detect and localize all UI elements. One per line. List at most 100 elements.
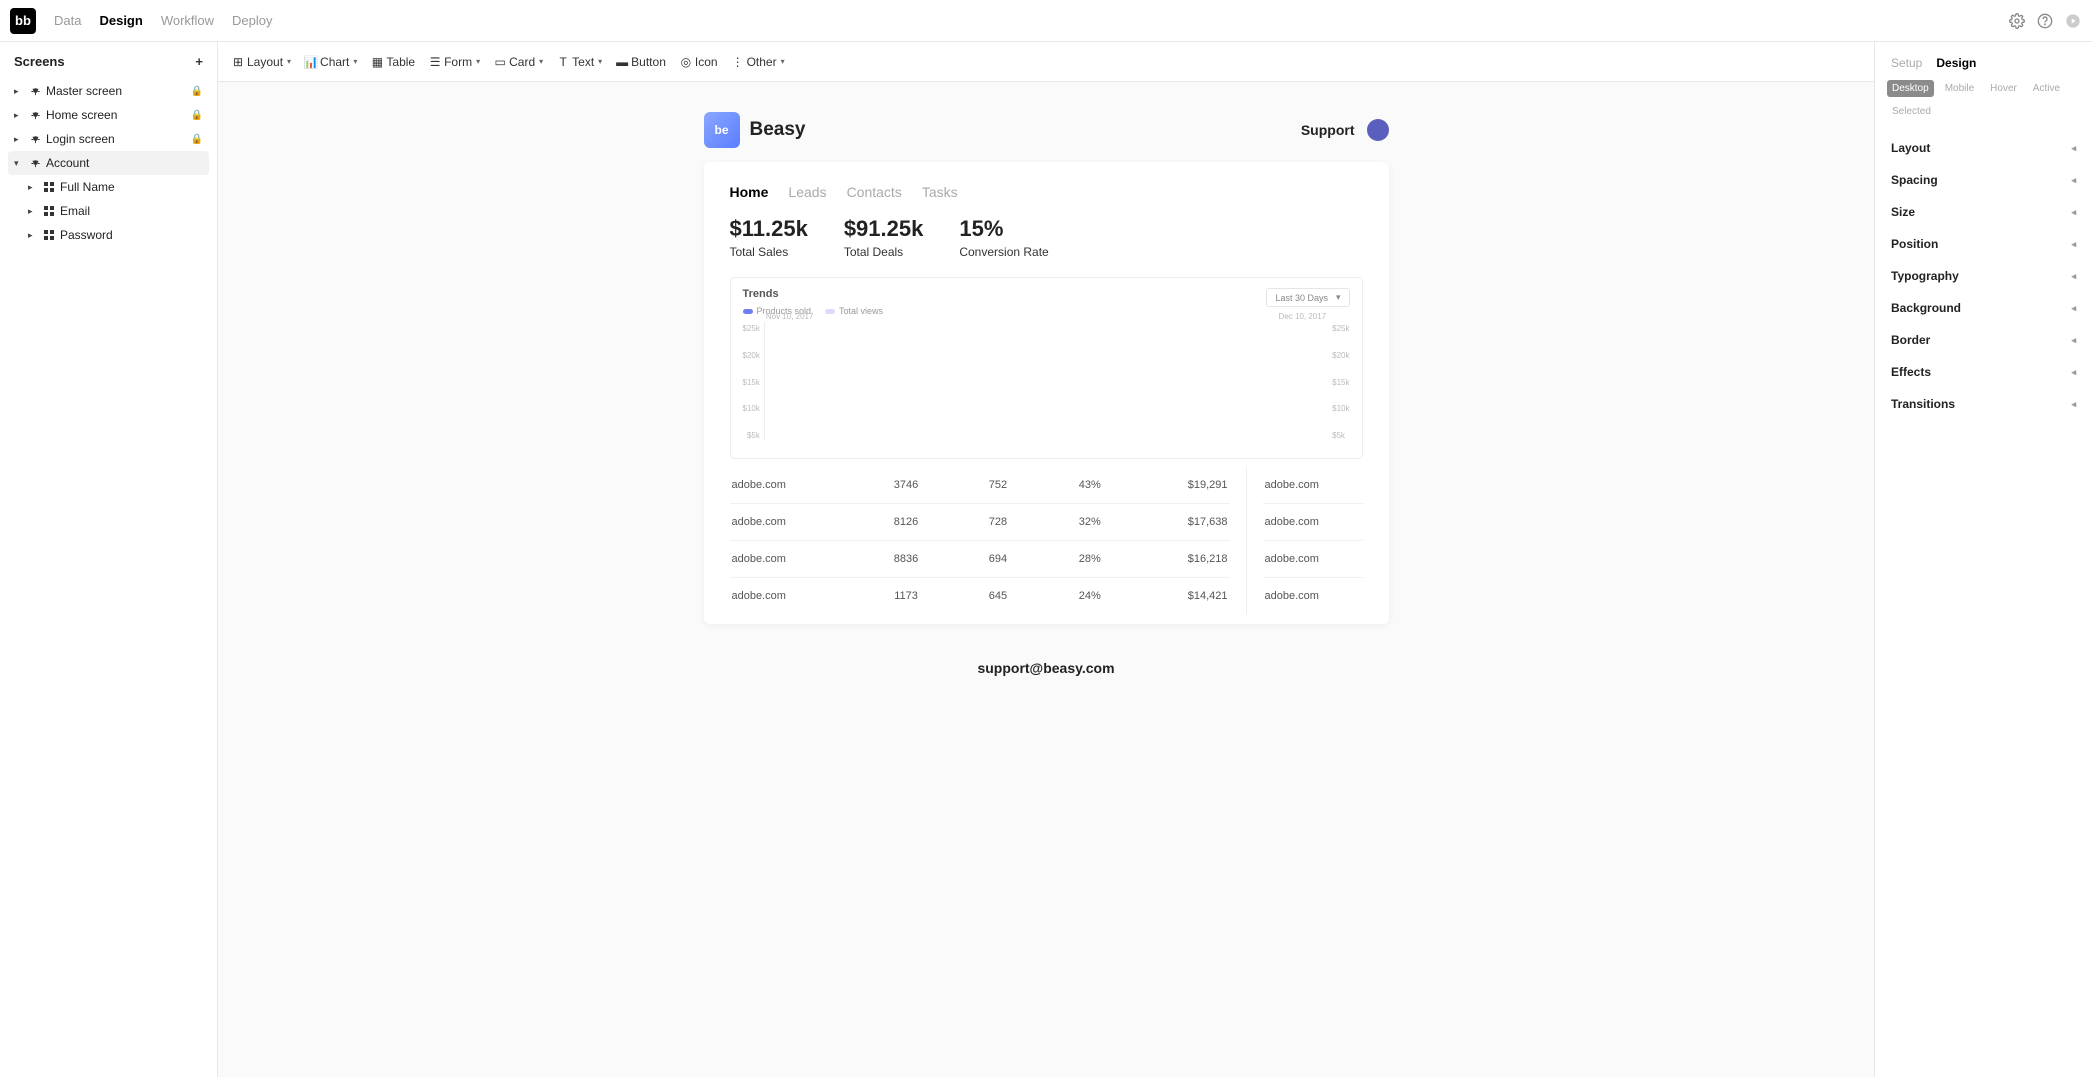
prop-group-background[interactable]: Background◂ (1887, 292, 2080, 324)
screens-header: Screens (14, 54, 65, 69)
topnav-workflow[interactable]: Workflow (161, 13, 214, 28)
prop-group-position[interactable]: Position◂ (1887, 228, 2080, 260)
table-row[interactable]: adobe.com (1263, 541, 1363, 578)
screen-logo: be (704, 112, 740, 148)
kpi-value: 15% (959, 216, 1048, 242)
screen-child-item[interactable]: ▸Full Name (22, 175, 209, 199)
card-tab-leads[interactable]: Leads (788, 184, 826, 200)
y-tick: $5k (1332, 431, 1349, 440)
right-panel: Setup Design Desktop Mobile Hover Active Sele… (1874, 42, 2092, 1077)
tool-icon[interactable]: ◎Icon (680, 55, 718, 69)
right-tab-design[interactable]: Design (1936, 56, 1976, 70)
card: Home Leads Contacts Tasks $11.25kTotal Sale… (704, 162, 1389, 624)
prop-group-size[interactable]: Size◂ (1887, 196, 2080, 228)
y-tick: $10k (1332, 404, 1349, 413)
icon-icon: ◎ (680, 56, 692, 68)
table-row[interactable]: adobe.com812672832%$17,638 (730, 504, 1230, 541)
prop-group-effects[interactable]: Effects◂ (1887, 356, 2080, 388)
topnav-design[interactable]: Design (99, 13, 142, 28)
add-screen-icon[interactable]: + (195, 54, 203, 69)
left-panel: Screens + ▸Master screen🔒▸Home screen🔒▸L… (0, 42, 218, 1077)
component-toolbar: ⊞Layout▾ 📊Chart▾ ▦Table ☰Form▾ ▭Card▾ TText▾ ▬… (218, 42, 1874, 82)
card-tab-tasks[interactable]: Tasks (922, 184, 958, 200)
screen-child-item[interactable]: ▸Email (22, 199, 209, 223)
topnav-deploy[interactable]: Deploy (232, 13, 272, 28)
lock-icon: 🔒 (191, 134, 203, 145)
chevron-down-icon: ▾ (476, 57, 480, 66)
gear-icon[interactable] (2008, 12, 2026, 30)
chevron-left-icon: ◂ (2071, 271, 2076, 282)
prop-group-border[interactable]: Border◂ (1887, 324, 2080, 356)
kpi-label: Conversion Rate (959, 245, 1048, 259)
prop-group-spacing[interactable]: Spacing◂ (1887, 164, 2080, 196)
prop-group-typography[interactable]: Typography◂ (1887, 260, 2080, 292)
kpi: $11.25kTotal Sales (730, 216, 808, 259)
tool-chart[interactable]: 📊Chart▾ (305, 55, 357, 69)
card-icon: ▭ (494, 56, 506, 68)
y-tick: $25k (1332, 324, 1349, 333)
table-row[interactable]: adobe.com374675243%$19,291 (730, 467, 1230, 504)
state-mobile[interactable]: Mobile (1940, 80, 1979, 97)
table-row[interactable]: adobe.com (1263, 467, 1363, 504)
chevron-down-icon: ▾ (1336, 292, 1341, 303)
prop-group-layout[interactable]: Layout◂ (1887, 132, 2080, 164)
tool-layout[interactable]: ⊞Layout▾ (232, 55, 291, 69)
chart-range-dropdown[interactable]: Last 30 Days ▾ (1266, 288, 1349, 307)
table-row[interactable]: adobe.com (1263, 578, 1363, 614)
layout-icon: ⊞ (232, 56, 244, 68)
kpi: $91.25kTotal Deals (844, 216, 924, 259)
screen-item[interactable]: ▸Home screen🔒 (8, 103, 209, 127)
chevron-left-icon: ◂ (2071, 399, 2076, 410)
table-icon: ▦ (371, 56, 383, 68)
data-table: adobe.com374675243%$19,291adobe.com81267… (730, 467, 1230, 614)
kpi-label: Total Sales (730, 245, 808, 259)
screen-child-item[interactable]: ▸Password (22, 223, 209, 247)
tool-other[interactable]: ⋮Other▾ (732, 55, 785, 69)
state-selected[interactable]: Selected (1887, 103, 1936, 120)
chevron-down-icon: ▾ (353, 57, 357, 66)
card-tab-home[interactable]: Home (730, 184, 769, 200)
help-icon[interactable] (2036, 12, 2054, 30)
xaxis-start: Nov 10, 2017 (766, 312, 814, 321)
kpi: 15% Conversion Rate (959, 216, 1048, 259)
tool-table[interactable]: ▦Table (371, 55, 415, 69)
canvas: be Beasy Support Home Leads Contacts Tasks … (218, 82, 1874, 1077)
screen-item[interactable]: ▸Master screen🔒 (8, 79, 209, 103)
screen-title: Beasy (750, 119, 806, 141)
table-row[interactable]: adobe.com117364524%$14,421 (730, 578, 1230, 614)
chevron-left-icon: ◂ (2071, 303, 2076, 314)
tool-card[interactable]: ▭Card▾ (494, 55, 543, 69)
top-nav: Data Design Workflow Deploy (54, 13, 273, 28)
lock-icon: 🔒 (191, 110, 203, 121)
tool-button[interactable]: ▬Button (616, 55, 666, 69)
topbar: bb Data Design Workflow Deploy (0, 0, 2092, 42)
chart: Trends Products soldTotal views Last 30 … (730, 277, 1363, 459)
screen-item[interactable]: ▾Account (8, 151, 209, 175)
state-desktop[interactable]: Desktop (1887, 80, 1934, 97)
chevron-left-icon: ◂ (2071, 335, 2076, 346)
chevron-down-icon: ▾ (781, 57, 785, 66)
state-hover[interactable]: Hover (1985, 80, 2022, 97)
tool-text[interactable]: TText▾ (557, 55, 602, 69)
topnav-data[interactable]: Data (54, 13, 81, 28)
y-tick: $10k (743, 404, 760, 413)
y-tick: $25k (743, 324, 760, 333)
footer-email[interactable]: support@beasy.com (704, 660, 1389, 676)
prop-group-transitions[interactable]: Transitions◂ (1887, 388, 2080, 420)
card-tab-contacts[interactable]: Contacts (847, 184, 902, 200)
y-tick: $15k (743, 378, 760, 387)
play-icon[interactable] (2064, 12, 2082, 30)
kpi-label: Total Deals (844, 245, 924, 259)
y-tick: $20k (1332, 351, 1349, 360)
tool-form[interactable]: ☰Form▾ (429, 55, 480, 69)
right-tab-setup[interactable]: Setup (1891, 56, 1922, 70)
screen-item[interactable]: ▸Login screen🔒 (8, 127, 209, 151)
lock-icon: 🔒 (191, 86, 203, 97)
app-logo[interactable]: bb (10, 8, 36, 34)
avatar[interactable] (1367, 119, 1389, 141)
table-row[interactable]: adobe.com883669428%$16,218 (730, 541, 1230, 578)
support-link[interactable]: Support (1301, 122, 1355, 138)
table-row[interactable]: adobe.com (1263, 504, 1363, 541)
state-active[interactable]: Active (2028, 80, 2065, 97)
chevron-down-icon: ▾ (598, 57, 602, 66)
